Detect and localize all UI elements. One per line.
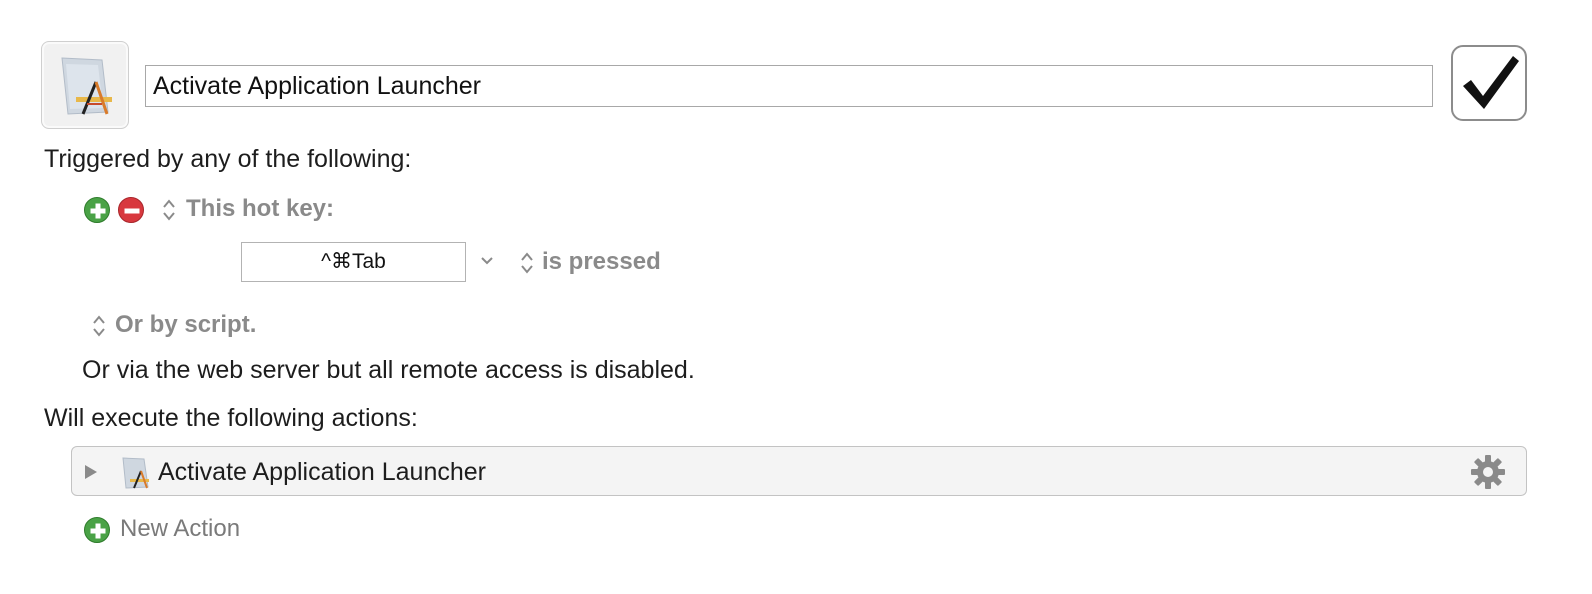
script-trigger-popup[interactable]: Or by script. bbox=[115, 311, 256, 339]
hotkey-state-popup[interactable]: is pressed bbox=[542, 248, 661, 276]
up-down-stepper-icon[interactable] bbox=[92, 313, 106, 339]
application-icon bbox=[122, 457, 149, 489]
up-down-stepper-icon[interactable] bbox=[162, 197, 176, 223]
application-icon bbox=[61, 57, 112, 115]
chevron-down-icon[interactable] bbox=[480, 256, 494, 266]
minus-icon bbox=[124, 208, 140, 214]
plus-icon bbox=[90, 523, 106, 539]
gear-icon[interactable] bbox=[1470, 454, 1506, 490]
new-action-label[interactable]: New Action bbox=[120, 515, 240, 543]
action-row[interactable]: Activate Application Launcher bbox=[71, 446, 1527, 496]
macro-enabled-checkbox[interactable] bbox=[1451, 45, 1527, 121]
remove-trigger-button[interactable] bbox=[118, 197, 144, 223]
action-title: Activate Application Launcher bbox=[158, 458, 486, 486]
checkmark-icon bbox=[1463, 56, 1519, 109]
hotkey-field[interactable]: ^⌘Tab bbox=[241, 242, 466, 282]
actions-heading: Will execute the following actions: bbox=[44, 404, 418, 432]
disclosure-triangle-icon[interactable] bbox=[84, 464, 98, 480]
webserver-note: Or via the web server but all remote acc… bbox=[82, 356, 695, 384]
add-trigger-button[interactable] bbox=[84, 197, 110, 223]
new-action-button[interactable] bbox=[84, 517, 110, 543]
up-down-stepper-icon[interactable] bbox=[520, 250, 534, 276]
triggers-heading: Triggered by any of the following: bbox=[44, 145, 412, 173]
plus-icon bbox=[90, 203, 106, 219]
macro-name-field[interactable] bbox=[145, 65, 1433, 107]
trigger-type-popup[interactable]: This hot key: bbox=[186, 195, 334, 223]
macro-icon-well[interactable] bbox=[41, 41, 129, 129]
